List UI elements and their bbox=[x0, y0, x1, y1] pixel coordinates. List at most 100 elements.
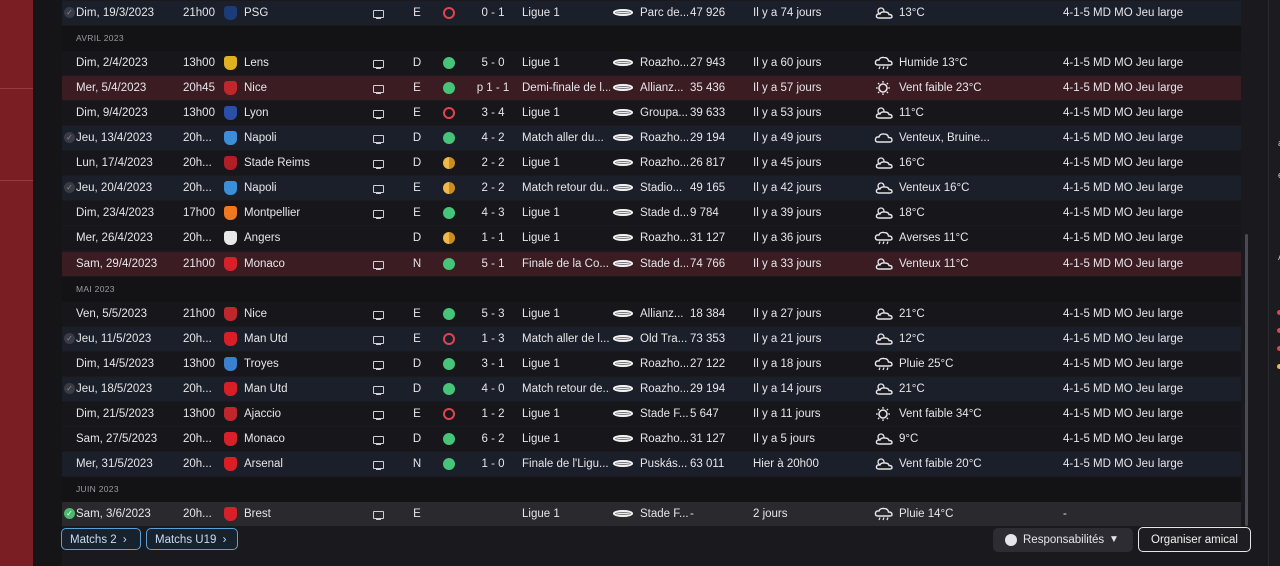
competition-name[interactable]: Demi-finale de l... bbox=[522, 76, 610, 100]
month-header: MAI 2023 bbox=[62, 276, 1241, 302]
match-date: Dim, 21/5/2023 bbox=[76, 407, 154, 420]
tactic-label: 4-1-5 MD MO Jeu large bbox=[1063, 457, 1184, 470]
opponent-name[interactable]: Monaco bbox=[244, 252, 344, 276]
fixture-row[interactable]: ✓ Jeu, 13/4/2023 20h... Napoli D 4 - 2 Match a… bbox=[62, 126, 1241, 151]
kickoff-time: 20h45 bbox=[183, 82, 215, 95]
competition-name[interactable]: Ligue 1 bbox=[522, 1, 610, 25]
check-icon: ✓ bbox=[64, 332, 75, 344]
opponent-name[interactable]: Napoli bbox=[244, 126, 344, 150]
competition-name[interactable]: Match aller de l... bbox=[522, 327, 610, 351]
fixture-row[interactable]: Mer, 26/4/2023 20h... Angers D 1 - 1 Ligue 1 R… bbox=[62, 226, 1241, 251]
fixture-row[interactable]: ✓ Sam, 3/6/2023 20h... Brest E Ligue 1 Stade F… bbox=[62, 502, 1241, 526]
opponent-name[interactable]: Troyes bbox=[244, 352, 344, 376]
fixture-row[interactable]: Dim, 9/4/2023 13h00 Lyon E 3 - 4 Ligue 1 Group… bbox=[62, 101, 1241, 126]
match-score: 4 - 2 bbox=[481, 132, 505, 145]
match-score: 2 - 2 bbox=[481, 157, 505, 170]
fixture-row[interactable]: ✓ Dim, 19/3/2023 21h00 PSG E 0 - 1 Ligue 1 Parc… bbox=[62, 1, 1241, 25]
vertical-scrollbar[interactable] bbox=[1245, 234, 1248, 526]
matchs-u19-button[interactable]: Matchs U19 › bbox=[146, 528, 238, 550]
opponent-name[interactable]: Brest bbox=[244, 502, 344, 526]
competition-name[interactable]: Ligue 1 bbox=[522, 226, 610, 250]
opponent-name[interactable]: Stade Reims bbox=[244, 151, 344, 175]
cloud-sun-icon bbox=[874, 257, 894, 271]
cloud-sun-icon bbox=[874, 156, 894, 170]
month-header: JUIN 2023 bbox=[62, 476, 1241, 502]
cloud-sun-icon bbox=[874, 432, 894, 446]
fixture-row[interactable]: ✓ Jeu, 18/5/2023 20h... Man Utd D 4 - 0 Match … bbox=[62, 376, 1241, 401]
competition-name[interactable]: Ligue 1 bbox=[522, 51, 610, 75]
competition-name[interactable]: Match retour de... bbox=[522, 377, 610, 401]
stadium-icon bbox=[613, 384, 633, 392]
competition-name[interactable]: Ligue 1 bbox=[522, 352, 610, 376]
competition-name[interactable]: Ligue 1 bbox=[522, 302, 610, 326]
organise-friendly-button[interactable]: Organiser amical bbox=[1138, 527, 1251, 552]
competition-name[interactable]: Ligue 1 bbox=[522, 101, 610, 125]
time-ago: Il y a 39 jours bbox=[753, 207, 822, 220]
venue-code: D bbox=[412, 157, 422, 170]
stadium-name: Parc de... bbox=[640, 7, 688, 19]
opponent-name[interactable]: Man Utd bbox=[244, 377, 344, 401]
opponent-name[interactable]: PSG bbox=[244, 1, 344, 25]
fixture-row[interactable]: Mer, 31/5/2023 20h... Arsenal N 1 - 0 Finale … bbox=[62, 451, 1241, 476]
stadium-icon bbox=[613, 9, 633, 16]
opponent-name[interactable]: Nice bbox=[244, 76, 344, 100]
fixture-row[interactable]: Dim, 2/4/2023 13h00 Lens D 5 - 0 Ligue 1 Roazh… bbox=[62, 51, 1241, 76]
competition-name[interactable]: Ligue 1 bbox=[522, 502, 610, 526]
matchs-u19-label: Matchs U19 bbox=[155, 534, 217, 546]
fixture-row[interactable]: Mer, 5/4/2023 20h45 Nice Ep 1 - 1 Demi-final… bbox=[62, 76, 1241, 101]
competition-name[interactable]: Ligue 1 bbox=[522, 427, 610, 451]
tactic-label: 4-1-5 MD MO Jeu large bbox=[1063, 257, 1184, 270]
tv-icon bbox=[373, 360, 384, 370]
competition-name[interactable]: Match aller du... bbox=[522, 126, 610, 150]
attendance: - bbox=[690, 508, 694, 520]
responsibilities-dropdown[interactable]: Responsabilités ▼ bbox=[993, 528, 1133, 552]
stadium-icon bbox=[613, 234, 633, 242]
match-score: 1 - 2 bbox=[481, 407, 505, 420]
fixture-row[interactable]: Dim, 23/4/2023 17h00 Montpellier E 4 - 3 Ligu… bbox=[62, 201, 1241, 226]
attendance: 49 165 bbox=[690, 182, 726, 195]
fixture-row[interactable]: Sam, 27/5/2023 20h... Monaco D 6 - 2 Ligue 1 R… bbox=[62, 426, 1241, 451]
stadium-name: Stadio... bbox=[640, 182, 683, 195]
fixture-row[interactable]: Sam, 29/4/2023 21h00 Monaco N 5 - 1 Finale de… bbox=[62, 251, 1241, 276]
fixture-row[interactable]: Ven, 5/5/2023 21h00 Nice E 5 - 3 Ligue 1 Allia… bbox=[62, 301, 1241, 326]
competition-name[interactable]: Ligue 1 bbox=[522, 402, 610, 426]
venue-code: E bbox=[413, 107, 421, 120]
opponent-name[interactable]: Lens bbox=[244, 51, 344, 75]
opponent-name[interactable]: Angers bbox=[244, 226, 344, 250]
cloud-rain-icon bbox=[874, 507, 894, 521]
opponent-name[interactable]: Nice bbox=[244, 302, 344, 326]
venue-code: D bbox=[412, 232, 422, 245]
fixture-row[interactable]: ✓ Jeu, 20/4/2023 20h... Napoli E 2 - 2 Match r… bbox=[62, 176, 1241, 201]
cloud-sun-icon bbox=[874, 181, 894, 195]
opponent-name[interactable]: Lyon bbox=[244, 101, 344, 125]
competition-name[interactable]: Finale de la Co... bbox=[522, 252, 610, 276]
fixture-row[interactable]: ✓ Jeu, 11/5/2023 20h... Man Utd E 1 - 3 Match … bbox=[62, 326, 1241, 351]
cloud-sun-icon bbox=[874, 206, 894, 220]
month-label: AVRIL 2023 bbox=[76, 33, 124, 44]
competition-name[interactable]: Finale de l'Ligu... bbox=[522, 452, 610, 476]
time-ago: 2 jours bbox=[753, 508, 788, 520]
club-crest-icon bbox=[224, 106, 237, 121]
club-crest-icon bbox=[224, 131, 237, 146]
kickoff-time: 13h00 bbox=[183, 107, 215, 120]
stadium-name: Roazho... bbox=[640, 132, 688, 145]
competition-name[interactable]: Ligue 1 bbox=[522, 151, 610, 175]
competition-name[interactable]: Match retour du... bbox=[522, 176, 610, 200]
opponent-name[interactable]: Ajaccio bbox=[244, 402, 344, 426]
fixture-row[interactable]: Dim, 14/5/2023 13h00 Troyes D 3 - 1 Ligue 1 Ro… bbox=[62, 351, 1241, 376]
opponent-name[interactable]: Arsenal bbox=[244, 452, 344, 476]
attendance: 26 817 bbox=[690, 157, 726, 170]
fixture-row[interactable]: Lun, 17/4/2023 20h... Stade Reims D 2 - 2 Lig… bbox=[62, 151, 1241, 176]
opponent-name[interactable]: Montpellier bbox=[244, 201, 344, 225]
time-ago: Il y a 74 jours bbox=[753, 7, 822, 19]
opponent-name[interactable]: Napoli bbox=[244, 176, 344, 200]
fixture-row[interactable]: Dim, 21/5/2023 13h00 Ajaccio E 1 - 2 Ligue 1 S… bbox=[62, 401, 1241, 426]
opponent-name[interactable]: Man Utd bbox=[244, 327, 344, 351]
tv-icon bbox=[373, 210, 384, 220]
stadium-name: Stade F... bbox=[640, 508, 688, 520]
stadium-name: Roazho... bbox=[640, 432, 688, 445]
opponent-name[interactable]: Monaco bbox=[244, 427, 344, 451]
matchs2-button[interactable]: Matchs 2 › bbox=[61, 528, 141, 550]
venue-code: E bbox=[413, 7, 421, 19]
competition-name[interactable]: Ligue 1 bbox=[522, 201, 610, 225]
